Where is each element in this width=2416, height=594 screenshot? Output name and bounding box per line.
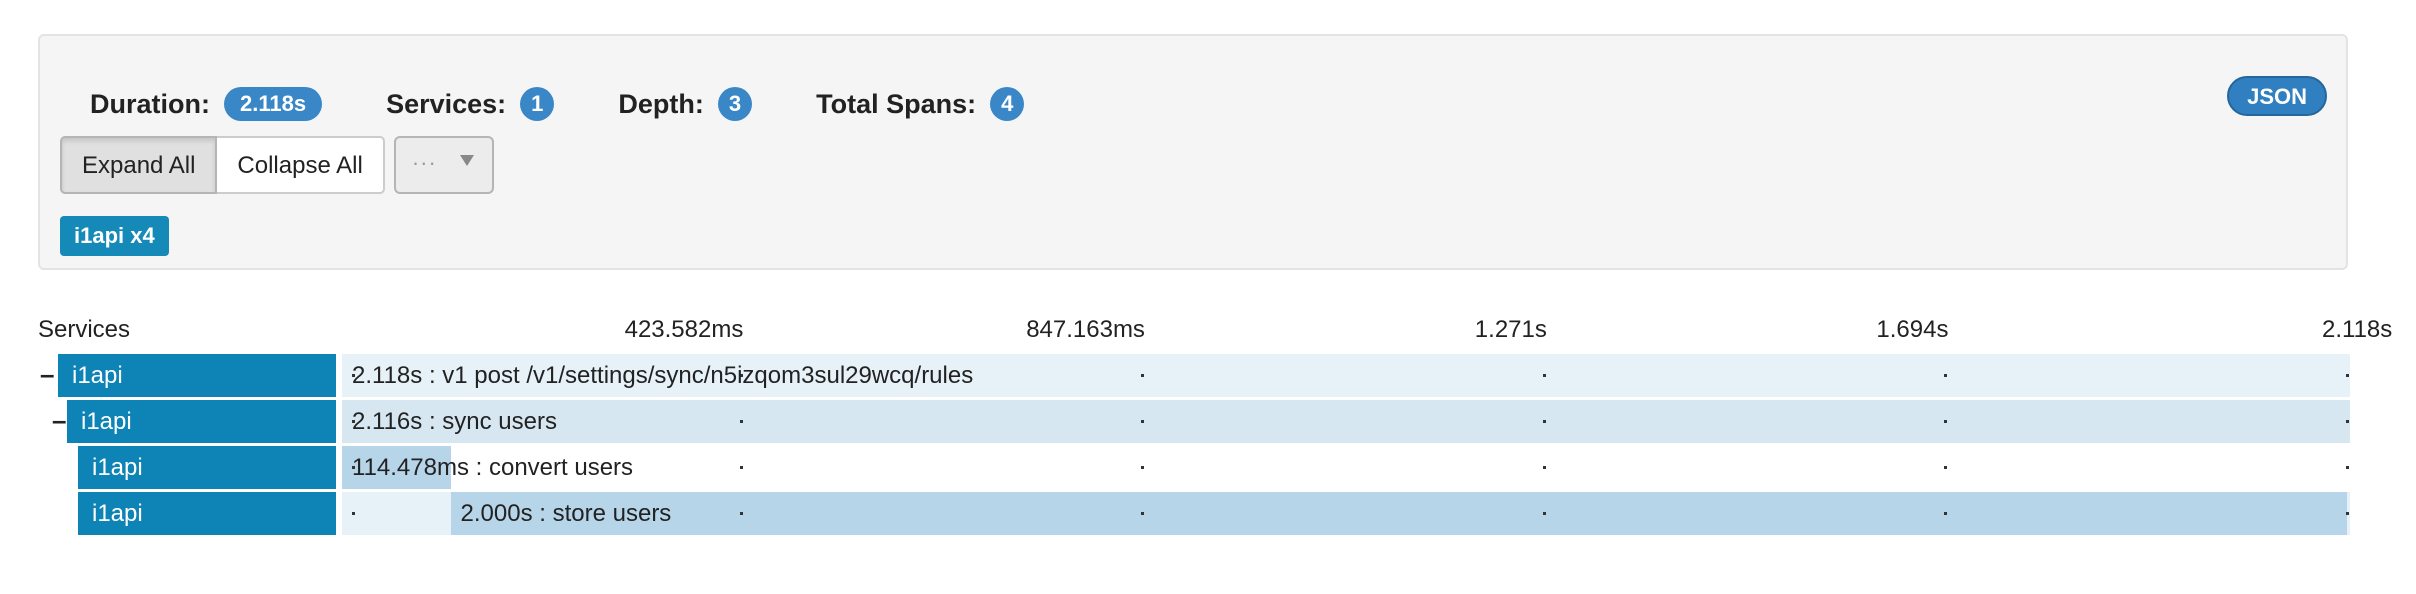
span-service-name[interactable]: i1api: [78, 446, 336, 489]
expand-all-button[interactable]: Expand All: [60, 136, 218, 194]
timeline-tick-label: 1.271s: [1474, 316, 1547, 343]
timeline-grid-dot: [739, 420, 743, 423]
span-label: 114.478ms : convert users: [352, 454, 634, 481]
timeline-tick-label: 847.163ms: [1026, 316, 1145, 343]
span-row[interactable]: – i1api 2.116s : sync users: [0, 400, 2350, 443]
timeline-tick-label: 2.118s: [2322, 316, 2393, 343]
timeline-grid-dot: [739, 512, 743, 515]
total-spans-label: Total Spans:: [816, 88, 977, 119]
span-label: 2.118s : v1 post /v1/settings/sync/n5izq…: [352, 362, 974, 389]
duration-label: Duration:: [90, 88, 210, 119]
timeline-grid-dot: [1944, 466, 1948, 469]
collapse-toggle-icon[interactable]: –: [40, 359, 54, 390]
json-button[interactable]: JSON: [2227, 76, 2327, 116]
timeline-grid-dot: [352, 512, 355, 515]
timeline-grid-dot: [2346, 466, 2349, 469]
expand-collapse-group: Expand All Collapse All ···: [60, 136, 494, 194]
trace-stats: Duration: 2.118s Services: 1 Depth: 3 To…: [90, 82, 1088, 126]
timeline-grid-dot: [1141, 466, 1145, 469]
timeline-tick-label: 1.694s: [1876, 316, 1949, 343]
span-service-name[interactable]: i1api: [78, 492, 336, 535]
timeline-grid-dot: [2346, 512, 2349, 515]
span-service-name[interactable]: i1api: [58, 354, 336, 397]
timeline-grid-dot: [1141, 512, 1145, 515]
span-service-name[interactable]: i1api: [67, 400, 336, 443]
total-spans-badge: 4: [990, 87, 1025, 121]
caret-down-icon: [459, 155, 474, 166]
depth-badge: 3: [717, 87, 753, 121]
timeline-grid-dot: [2346, 374, 2349, 377]
timeline-grid-dot: [1944, 512, 1948, 515]
trace-summary-panel: Duration: 2.118s Services: 1 Depth: 3 To…: [38, 34, 2348, 270]
services-badge: 1: [520, 87, 555, 121]
service-select-dropdown[interactable]: ···: [393, 136, 494, 194]
timeline-grid-dot: [1542, 420, 1546, 423]
duration-stat: Duration: 2.118s: [90, 87, 323, 121]
services-stat: Services: 1: [386, 87, 555, 121]
total-spans-stat: Total Spans: 4: [816, 87, 1025, 121]
timeline-grid-dot: [739, 466, 743, 469]
depth-stat: Depth: 3: [618, 87, 753, 121]
span-row[interactable]: – i1api 2.118s : v1 post /v1/settings/sync…: [0, 354, 2350, 397]
timeline-grid-dot: [1141, 420, 1145, 423]
span-label: 2.000s : store users: [460, 500, 672, 527]
span-label: 2.116s : sync users: [352, 408, 557, 435]
timeline-grid-dot: [1542, 466, 1546, 469]
span-row-track: [342, 400, 2350, 443]
collapse-toggle-icon[interactable]: –: [52, 405, 66, 436]
timeline-grid-dot: [1944, 420, 1948, 423]
span-row[interactable]: i1api 2.000s : store users: [0, 492, 2350, 535]
span-row[interactable]: i1api 114.478ms : convert users: [0, 446, 2350, 489]
services-label: Services:: [386, 88, 507, 119]
dropdown-placeholder: ···: [411, 150, 437, 175]
span-row-track: [342, 446, 2350, 489]
service-filter-tag[interactable]: i1api x4: [60, 216, 169, 256]
services-column-header: Services: [38, 316, 131, 343]
timeline-grid-dot: [1542, 374, 1546, 377]
collapse-all-button[interactable]: Collapse All: [217, 136, 385, 194]
timeline-tick-label: 423.582ms: [624, 316, 744, 343]
timeline-grid-dot: [1944, 374, 1948, 377]
duration-badge: 2.118s: [223, 87, 323, 121]
timeline-grid-dot: [1141, 374, 1145, 377]
depth-label: Depth:: [618, 88, 704, 119]
timeline-grid-dot: [1542, 512, 1546, 515]
timeline-grid-dot: [2346, 420, 2349, 423]
span-duration-bar[interactable]: [450, 492, 2347, 535]
